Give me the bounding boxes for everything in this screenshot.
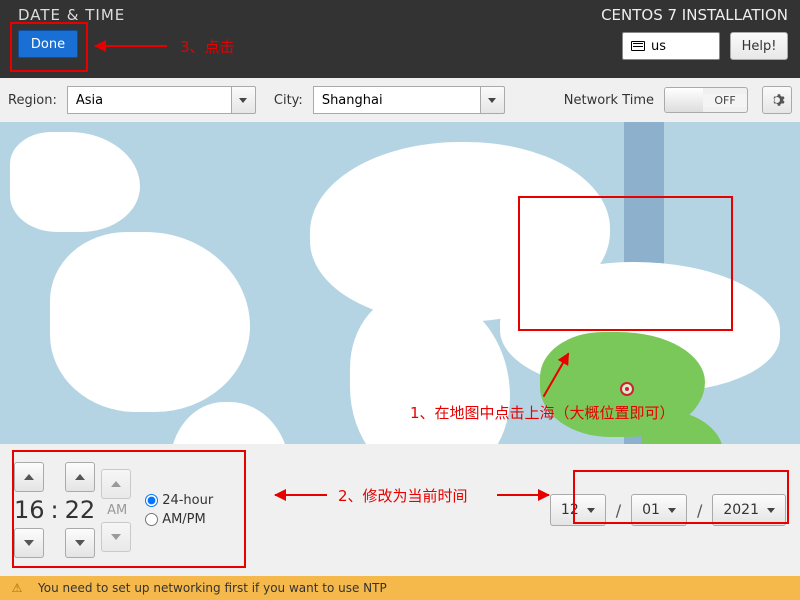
done-button[interactable]: Done [18,30,78,58]
warning-icon: ⚠ [10,581,24,595]
chevron-down-icon [767,508,775,513]
minute-up-button[interactable] [65,462,95,492]
chevron-down-icon [587,508,595,513]
format-ampm-option[interactable]: AM/PM [145,512,213,527]
chevron-down-icon [111,534,121,540]
annotation-step1: 1、在地图中点击上海（大概位置即可） [410,402,675,423]
annotation-arrow [497,494,549,496]
region-label: Region: [8,93,57,108]
city-dropdown-button[interactable] [481,86,505,114]
chevron-up-icon [24,474,34,480]
gear-icon [769,92,785,108]
time-editor: 16 : 22 AM 24-hour AM/PM [14,462,213,558]
minute-down-button[interactable] [65,528,95,558]
location-pin-icon [620,382,634,396]
warning-bar: ⚠ You need to set up networking first if… [0,576,800,600]
chevron-down-icon [24,540,34,546]
day-dropdown[interactable]: 01 [631,494,687,526]
ampm-down-button[interactable] [101,522,131,552]
ampm-up-button[interactable] [101,469,131,499]
date-separator: / [616,501,621,520]
keyboard-layout-label: us [651,39,666,54]
annotation-arrow [95,45,167,47]
city-combo[interactable] [313,86,505,114]
format-24h-radio[interactable] [145,494,158,507]
installer-title: CENTOS 7 INSTALLATION [601,6,788,24]
toggle-state-label: OFF [703,94,747,107]
region-input[interactable] [67,86,232,114]
minute-display: 22 [65,496,96,524]
chevron-up-icon [111,481,121,487]
keyboard-icon [631,41,645,51]
am-label: AM [107,503,127,518]
date-editor: 12 / 01 / 2021 [550,494,786,526]
region-combo[interactable] [67,86,256,114]
hour-display: 16 [14,496,45,524]
chevron-up-icon [75,474,85,480]
city-input[interactable] [313,86,481,114]
page-title: DATE & TIME [18,6,125,24]
chevron-down-icon [488,98,496,103]
keyboard-layout-indicator[interactable]: us [622,32,720,60]
city-label: City: [274,93,303,108]
region-dropdown-button[interactable] [232,86,256,114]
annotation-step3: 3、点击 [180,36,235,57]
format-ampm-radio[interactable] [145,513,158,526]
annotation-arrow [275,494,327,496]
format-24h-option[interactable]: 24-hour [145,493,213,508]
chevron-down-icon [75,540,85,546]
month-dropdown[interactable]: 12 [550,494,606,526]
hour-down-button[interactable] [14,528,44,558]
toggle-knob [665,88,703,112]
network-time-label: Network Time [564,93,654,108]
annotation-step2: 2、修改为当前时间 [338,485,468,506]
warning-text: You need to set up networking first if y… [38,581,387,595]
year-dropdown[interactable]: 2021 [712,494,786,526]
chevron-down-icon [239,98,247,103]
date-separator: / [697,501,702,520]
time-separator: : [51,496,59,524]
timezone-map[interactable] [0,122,800,444]
help-button[interactable]: Help! [730,32,788,60]
network-time-toggle[interactable]: OFF [664,87,748,113]
chevron-down-icon [668,508,676,513]
network-time-settings-button[interactable] [762,86,792,114]
hour-up-button[interactable] [14,462,44,492]
